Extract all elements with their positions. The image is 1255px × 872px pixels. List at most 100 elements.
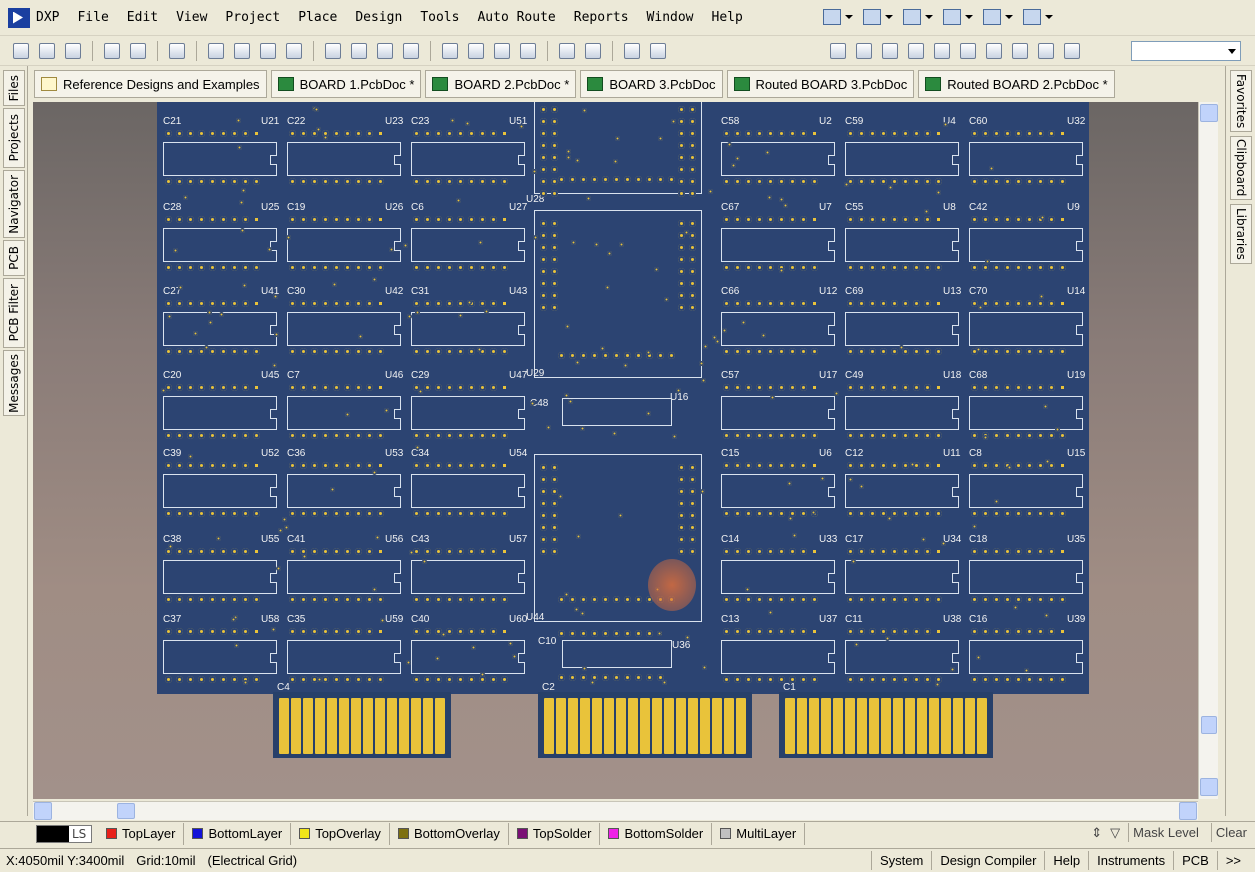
place-string-button[interactable]	[1035, 40, 1057, 62]
align-tool-dropdown[interactable]	[863, 6, 895, 28]
layer-tab-multilayer[interactable]: MultiLayer	[712, 822, 806, 845]
ic-outline	[163, 560, 277, 594]
scroll-down-icon[interactable]	[1200, 778, 1218, 796]
place-component-button[interactable]	[1061, 40, 1083, 62]
clear-button[interactable]: Clear	[1210, 823, 1251, 842]
undo-button[interactable]	[556, 40, 578, 62]
clear-filter-button[interactable]	[517, 40, 539, 62]
current-layer-indicator[interactable]: LS	[36, 824, 92, 843]
rubber-stamp-button[interactable]	[400, 40, 422, 62]
layer-tab-toplayer[interactable]: TopLayer	[98, 822, 185, 845]
doc-tab-board1[interactable]: BOARD 1.PcbDoc *	[270, 70, 422, 98]
place-polygon-button[interactable]	[1009, 40, 1031, 62]
scroll-right-icon[interactable]	[1179, 802, 1197, 820]
panel-tab-clipboard[interactable]: Clipboard	[1230, 136, 1252, 200]
menu-reports[interactable]: Reports	[565, 10, 638, 25]
dxp-logo-icon[interactable]	[8, 7, 30, 28]
interactive-route-button[interactable]	[827, 40, 849, 62]
chart-tool-dropdown[interactable]	[823, 6, 855, 28]
layer-tab-topsolder[interactable]: TopSolder	[509, 822, 601, 845]
scroll-up-icon[interactable]	[1200, 104, 1218, 122]
menu-window[interactable]: Window	[638, 10, 703, 25]
menu-place[interactable]: Place	[289, 10, 346, 25]
design-compiler-panel-button[interactable]: Design Compiler	[931, 851, 1044, 870]
save-button[interactable]	[62, 40, 84, 62]
doc-tab-routed-board2[interactable]: Routed BOARD 2.PcbDoc *	[918, 70, 1115, 98]
pcb-canvas[interactable]: C21 U21 C22 U23 C23 U51 C28 U25 C19 U26 C6 U27 C27 U4…	[33, 102, 1198, 799]
help-panel-button[interactable]: Help	[1044, 851, 1088, 870]
menu-project[interactable]: Project	[216, 10, 289, 25]
select-area-button[interactable]	[439, 40, 461, 62]
menu-dxp[interactable]: DXP	[34, 10, 68, 25]
menu-tools[interactable]: Tools	[411, 10, 468, 25]
cross-probe-button[interactable]	[621, 40, 643, 62]
more-panels-button[interactable]: >>	[1216, 851, 1249, 870]
layer-combo[interactable]	[1131, 41, 1241, 61]
system-panel-button[interactable]: System	[870, 851, 931, 870]
vertical-scrollbar[interactable]	[1198, 102, 1218, 799]
grid-tool-dropdown[interactable]	[1023, 6, 1055, 28]
layer-tab-topoverlay[interactable]: TopOverlay	[291, 822, 390, 845]
zoom-filter-button[interactable]	[283, 40, 305, 62]
horizontal-scroll-thumb[interactable]	[117, 803, 135, 819]
panel-tab-pcb-filter[interactable]: PCB Filter	[3, 278, 25, 348]
layer-scroll-icon[interactable]: ⇕	[1091, 825, 1102, 841]
plcc-pad-column	[678, 130, 696, 137]
zoom-area-button[interactable]	[231, 40, 253, 62]
place-tool-dropdown[interactable]	[943, 6, 975, 28]
place-fill-button[interactable]	[983, 40, 1005, 62]
pcb-board[interactable]: C21 U21 C22 U23 C23 U51 C28 U25 C19 U26 C6 U27 C27 U4…	[157, 102, 1089, 694]
layer-tab-label: BottomSolder	[624, 826, 704, 841]
zoom-selected-button[interactable]	[257, 40, 279, 62]
place-via-button[interactable]	[931, 40, 953, 62]
pcb-panel-button[interactable]: PCB	[1173, 851, 1217, 870]
layer-tab-bottomoverlay[interactable]: BottomOverlay	[390, 822, 509, 845]
multi-route-button[interactable]	[879, 40, 901, 62]
diff-pair-button[interactable]	[853, 40, 875, 62]
print-preview-button[interactable]	[127, 40, 149, 62]
panel-tab-favorites[interactable]: Favorites	[1230, 70, 1252, 132]
open-device-button[interactable]	[166, 40, 188, 62]
layer-tab-bottomsolder[interactable]: BottomSolder	[600, 822, 713, 845]
menu-edit[interactable]: Edit	[118, 10, 167, 25]
doc-tab-board2[interactable]: BOARD 2.PcbDoc *	[425, 70, 577, 98]
layer-tab-bottomlayer[interactable]: BottomLayer	[184, 822, 292, 845]
menu-file[interactable]: File	[68, 10, 117, 25]
place-pad-button[interactable]	[905, 40, 927, 62]
paste-button[interactable]	[374, 40, 396, 62]
horizontal-scrollbar[interactable]	[33, 801, 1198, 820]
instruments-panel-button[interactable]: Instruments	[1088, 851, 1173, 870]
redo-button[interactable]	[582, 40, 604, 62]
filter-icon[interactable]: ▽	[1110, 825, 1120, 841]
move-button[interactable]	[465, 40, 487, 62]
menu-view[interactable]: View	[167, 10, 216, 25]
panel-tab-navigator[interactable]: Navigator	[3, 170, 25, 238]
panel-tab-pcb[interactable]: PCB	[3, 240, 25, 276]
menu-design[interactable]: Design	[346, 10, 411, 25]
deselect-button[interactable]	[491, 40, 513, 62]
panel-tab-files[interactable]: Files	[3, 70, 25, 106]
pad	[468, 462, 475, 469]
mask-level-button[interactable]: Mask Level	[1128, 823, 1203, 842]
doc-tab-routed-board3[interactable]: Routed BOARD 3.PcbDoc	[726, 70, 915, 98]
open-button[interactable]	[36, 40, 58, 62]
zoom-fit-button[interactable]	[205, 40, 227, 62]
doc-tab-board3[interactable]: BOARD 3.PcbDoc	[580, 70, 723, 98]
ic-outline	[969, 142, 1083, 176]
doc-tab-reference[interactable]: Reference Designs and Examples	[34, 70, 267, 98]
vertical-scroll-thumb[interactable]	[1201, 716, 1217, 734]
panel-tab-messages[interactable]: Messages	[3, 350, 25, 416]
browse-components-button[interactable]	[647, 40, 669, 62]
menu-help[interactable]: Help	[703, 10, 752, 25]
place-arc-button[interactable]	[957, 40, 979, 62]
scroll-left-icon[interactable]	[34, 802, 52, 820]
print-button[interactable]	[101, 40, 123, 62]
menu-auto-route[interactable]: Auto Route	[468, 10, 564, 25]
cut-button[interactable]	[322, 40, 344, 62]
copy-button[interactable]	[348, 40, 370, 62]
find-tool-dropdown[interactable]	[903, 6, 935, 28]
panel-tab-libraries[interactable]: Libraries	[1230, 204, 1252, 264]
new-button[interactable]	[10, 40, 32, 62]
room-tool-dropdown[interactable]	[983, 6, 1015, 28]
panel-tab-projects[interactable]: Projects	[3, 108, 25, 168]
